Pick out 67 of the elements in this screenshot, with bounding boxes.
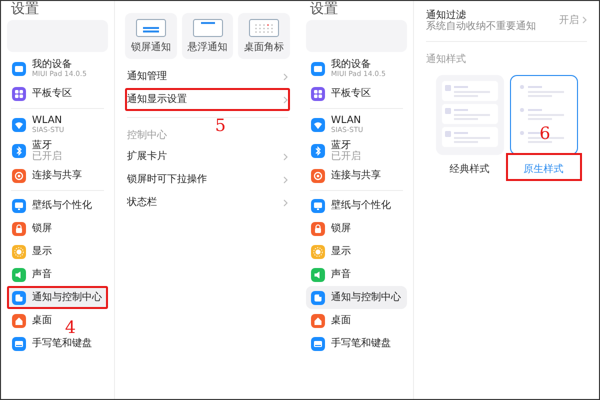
bluetooth-icon xyxy=(12,144,26,158)
sidebar-item[interactable]: 蓝牙 已开启 xyxy=(306,138,366,164)
page-title: 设置 xyxy=(310,1,338,17)
monitor-icon xyxy=(12,198,26,212)
step-number: 5 xyxy=(215,117,226,135)
share-icon xyxy=(12,168,26,182)
chevron-right-icon xyxy=(582,16,587,24)
lock-icon xyxy=(12,222,26,236)
notification-type-tile[interactable]: 锁屏通知 xyxy=(125,13,177,59)
keyboard-icon xyxy=(12,336,26,350)
style-label[interactable]: 经典样式 xyxy=(450,159,490,181)
settings-row[interactable]: 通知过滤 系统自动收纳不重要通知 开启 xyxy=(424,5,589,35)
settings-row[interactable]: 锁屏时可下拉操作 xyxy=(125,168,290,191)
chevron-right-icon xyxy=(283,176,288,184)
sidebar-item[interactable]: 声音 xyxy=(306,263,356,286)
sidebar-item[interactable]: 桌面 xyxy=(7,309,57,332)
chevron-right-icon xyxy=(283,72,288,80)
style-preview[interactable] xyxy=(510,75,578,155)
keyboard-icon xyxy=(311,336,325,350)
sidebar-item[interactable]: 连接与共享 xyxy=(7,164,87,187)
settings-row[interactable]: 状态栏 xyxy=(125,191,290,214)
sidebar-item[interactable]: 平板专区 xyxy=(7,82,77,105)
speaker-icon xyxy=(311,268,325,282)
tablet-icon xyxy=(311,62,325,76)
section-header: 控制中心 xyxy=(127,128,168,142)
chevron-right-icon xyxy=(283,198,288,206)
section-header: 通知样式 xyxy=(426,52,467,66)
sun-icon xyxy=(311,244,325,258)
sidebar-item[interactable]: 壁纸与个性化 xyxy=(7,194,97,217)
sidebar-item[interactable]: 通知与控制中心 xyxy=(306,286,407,309)
share-icon xyxy=(311,168,325,182)
sidebar-item[interactable]: 连接与共享 xyxy=(306,164,386,187)
chevron-right-icon xyxy=(283,96,288,104)
sidebar-item[interactable]: 壁纸与个性化 xyxy=(306,194,396,217)
sidebar-item[interactable]: 锁屏 xyxy=(306,217,356,240)
chevron-right-icon xyxy=(283,152,288,160)
notification-icon xyxy=(12,290,26,304)
page-title: 设置 xyxy=(11,1,39,17)
notification-type-tile[interactable]: 桌面角标 xyxy=(238,13,290,59)
sidebar-item[interactable]: 蓝牙 已开启 xyxy=(7,138,67,164)
speaker-icon xyxy=(12,268,26,282)
wifi-icon xyxy=(12,118,26,132)
tablet-icon xyxy=(12,62,26,76)
sidebar-item[interactable]: 声音 xyxy=(7,263,57,286)
sidebar-item[interactable]: 显示 xyxy=(306,240,356,263)
lock-screen-preview-icon xyxy=(136,18,166,36)
settings-row[interactable]: 通知管理 xyxy=(125,65,290,88)
monitor-icon xyxy=(311,198,325,212)
badge-preview-icon xyxy=(249,18,280,36)
sidebar-item[interactable]: 显示 xyxy=(7,240,57,263)
settings-row[interactable]: 扩展卡片 xyxy=(125,145,290,168)
home-icon xyxy=(311,314,325,328)
sun-icon xyxy=(12,244,26,258)
grid-icon xyxy=(12,86,26,100)
sidebar-item[interactable]: 锁屏 xyxy=(7,217,57,240)
lock-icon xyxy=(311,222,325,236)
floating-preview-icon xyxy=(192,18,222,36)
notification-icon xyxy=(311,290,325,304)
sidebar-item[interactable]: 手写笔和键盘 xyxy=(306,332,396,355)
bluetooth-icon xyxy=(311,144,325,158)
step-number: 6 xyxy=(540,125,550,143)
sidebar-item[interactable]: 平板专区 xyxy=(306,82,376,105)
wifi-icon xyxy=(311,118,325,132)
notification-type-tile[interactable]: 悬浮通知 xyxy=(182,13,234,59)
home-icon xyxy=(12,314,26,328)
sidebar-item[interactable]: 桌面 xyxy=(306,309,356,332)
grid-icon xyxy=(311,86,325,100)
